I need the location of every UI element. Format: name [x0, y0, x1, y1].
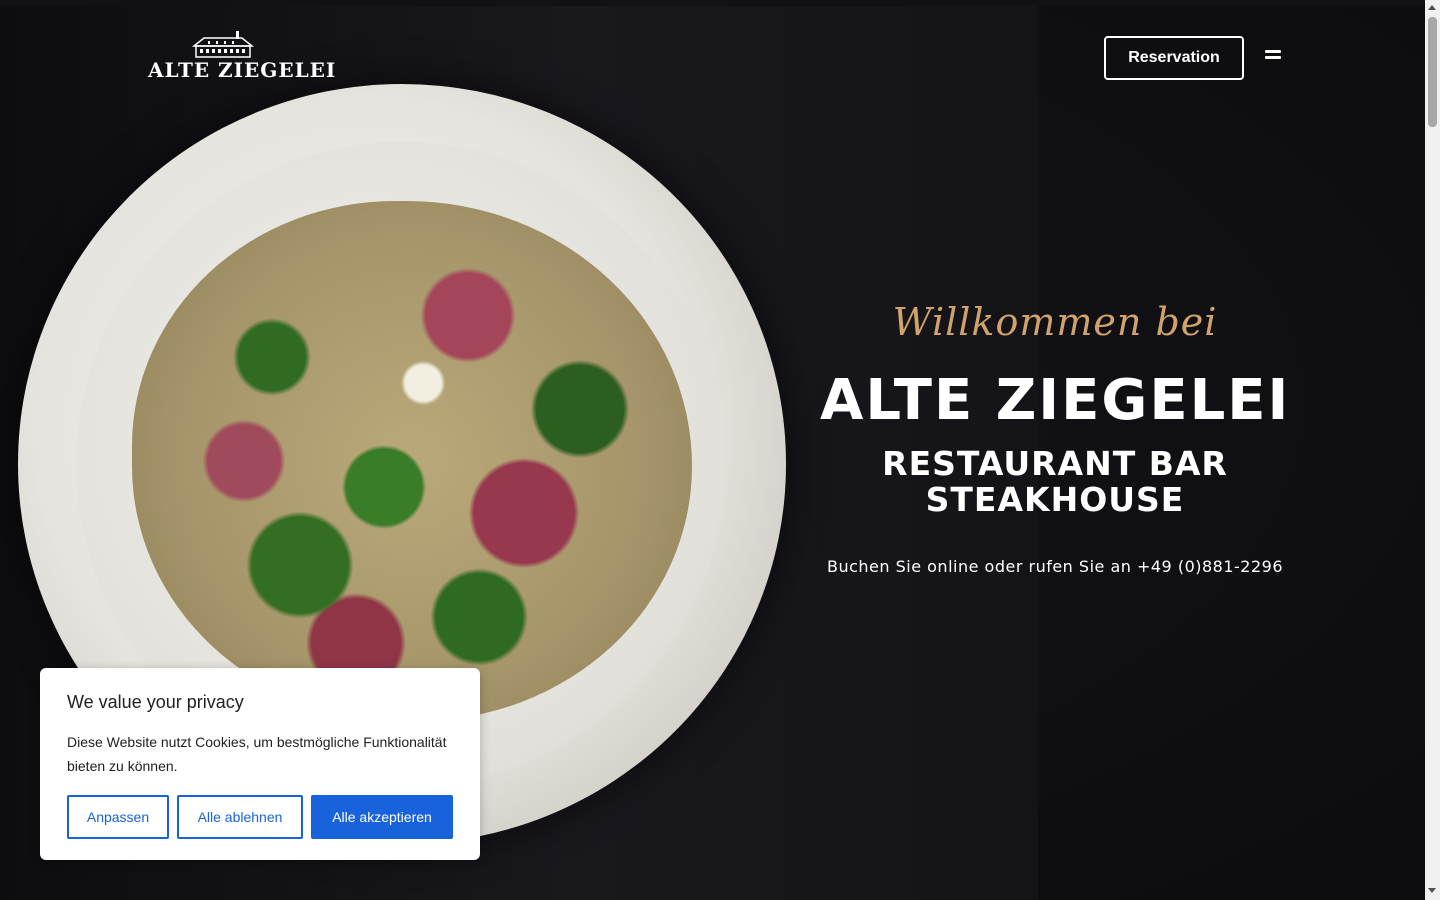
reservation-button[interactable]: Reservation	[1104, 36, 1244, 80]
logo-text: ALTE ZIEGELEI	[148, 58, 337, 82]
food-image	[132, 201, 692, 721]
cookie-consent-banner: We value your privacy Diese Website nutz…	[40, 668, 480, 860]
cookie-description: Diese Website nutzt Cookies, um bestmögl…	[67, 734, 447, 774]
customize-button[interactable]: Anpassen	[67, 795, 169, 839]
restaurant-title: ALTE ZIEGELEI	[820, 368, 1291, 433]
page-scrollbar[interactable]	[1425, 0, 1440, 900]
scroll-up-arrow-icon[interactable]	[1428, 5, 1436, 10]
reject-all-button[interactable]: Alle ablehnen	[177, 795, 303, 839]
subtitle-line-1: RESTAURANT BAR	[882, 444, 1228, 483]
accept-all-button[interactable]: Alle akzeptieren	[311, 795, 453, 839]
restaurant-subtitle: RESTAURANT BAR STEAKHOUSE	[840, 446, 1270, 518]
cookie-title: We value your privacy	[67, 692, 244, 712]
hamburger-menu-icon[interactable]	[1265, 50, 1281, 62]
booking-phone-text: Buchen Sie online oder rufen Sie an +49 …	[826, 557, 1284, 576]
building-logo-icon	[191, 31, 255, 58]
scrollbar-thumb[interactable]	[1428, 17, 1437, 127]
scroll-down-arrow-icon[interactable]	[1428, 888, 1436, 893]
site-logo[interactable]: ALTE ZIEGELEI	[148, 30, 337, 82]
welcome-text: Willkommen bei	[892, 300, 1218, 344]
page: ALTE ZIEGELEI Reservation Willkommen bei…	[0, 0, 1440, 900]
subtitle-line-2: STEAKHOUSE	[925, 480, 1185, 519]
